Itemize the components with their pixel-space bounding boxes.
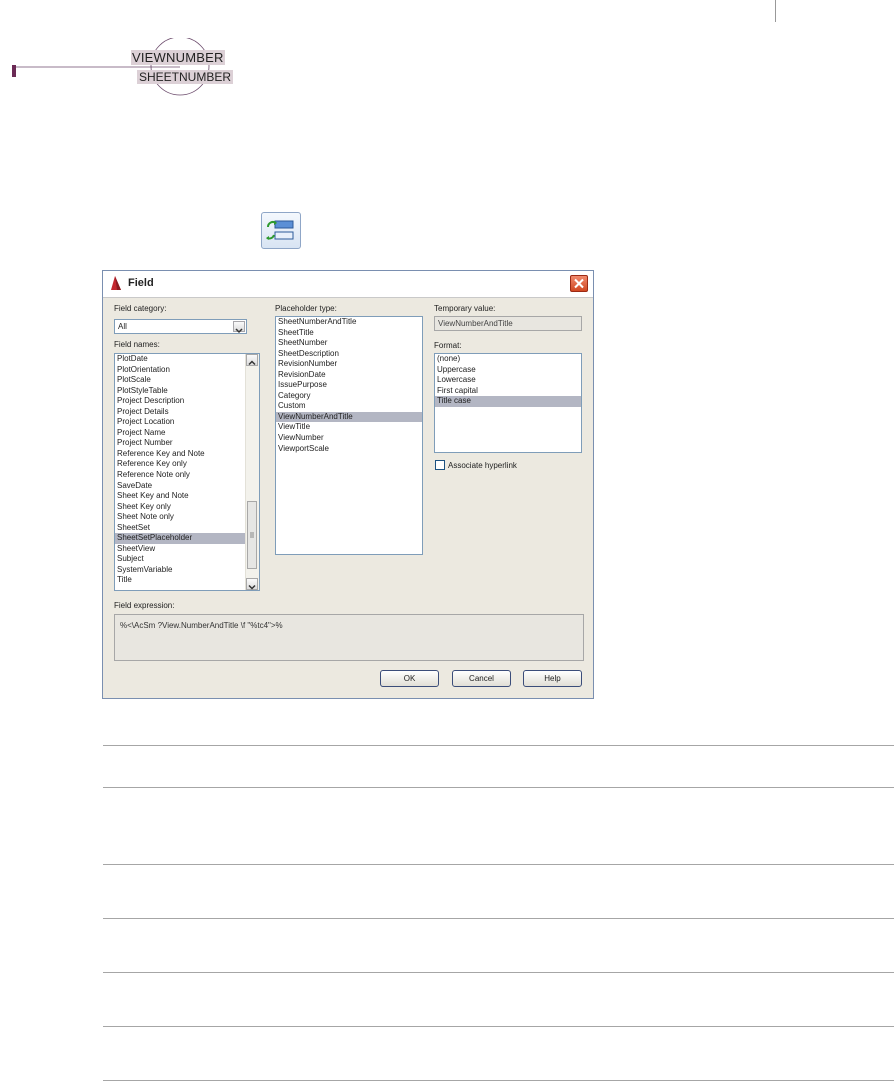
chevron-up-icon — [248, 360, 256, 366]
chevron-down-icon[interactable] — [233, 321, 245, 334]
field-name-item[interactable]: Project Details — [115, 407, 246, 418]
update-fields-icon — [266, 220, 294, 240]
field-names-label: Field names: — [114, 340, 160, 349]
autocad-logo-icon — [111, 276, 121, 290]
scroll-up-button[interactable] — [246, 354, 258, 366]
callout-graphic — [12, 38, 210, 96]
associate-hyperlink-checkbox[interactable] — [435, 460, 445, 470]
placeholder-type-item[interactable]: SheetTitle — [276, 328, 422, 339]
placeholder-type-list[interactable]: SheetNumberAndTitle SheetTitle SheetNumber… — [275, 316, 423, 555]
field-name-item[interactable]: PlotDate — [115, 354, 246, 365]
top-vertical-rule — [775, 0, 776, 22]
placeholder-type-item[interactable]: ViewTitle — [276, 422, 422, 433]
field-name-item[interactable]: Project Location — [115, 417, 246, 428]
field-name-item[interactable]: Project Description — [115, 396, 246, 407]
field-category-select[interactable]: All — [114, 319, 247, 334]
placeholder-type-item[interactable]: Custom — [276, 401, 422, 412]
field-name-item[interactable]: Sheet Key and Note — [115, 491, 246, 502]
format-label: Format: — [434, 341, 462, 350]
field-expression-label: Field expression: — [114, 601, 175, 610]
field-category-value: All — [118, 322, 127, 331]
table-rule — [103, 745, 894, 746]
field-name-item[interactable]: Project Name — [115, 428, 246, 439]
placeholder-type-item[interactable]: ViewportScale — [276, 444, 422, 455]
table-rule — [103, 864, 894, 865]
chevron-down-icon — [248, 584, 256, 590]
format-item[interactable]: Title case — [435, 396, 581, 407]
scroll-thumb[interactable] — [247, 501, 257, 569]
temporary-value-field: ViewNumberAndTitle — [434, 316, 582, 331]
grip-icon — [250, 532, 254, 538]
placeholder-type-item[interactable]: ViewNumberAndTitle — [276, 411, 422, 423]
placeholder-type-item[interactable]: RevisionNumber — [276, 359, 422, 370]
ok-button[interactable]: OK — [380, 670, 439, 687]
format-item[interactable]: First capital — [435, 386, 581, 397]
field-dialog: Field Field category: All Field names: P… — [102, 270, 594, 699]
field-expression-box: %<\AcSm ?View.NumberAndTitle \f "%tc4">% — [114, 614, 584, 661]
scroll-down-button[interactable] — [246, 578, 258, 590]
callout-sheet-number: SHEETNUMBER — [137, 70, 234, 84]
field-name-item[interactable]: SheetSet — [115, 523, 246, 534]
placeholder-type-label: Placeholder type: — [275, 304, 337, 313]
associate-hyperlink-label[interactable]: Associate hyperlink — [448, 461, 517, 470]
field-name-item[interactable]: PlotStyleTable — [115, 386, 246, 397]
field-name-item[interactable]: PlotOrientation — [115, 365, 246, 376]
view-label-callout: VIEWNUMBER SHEETNUMBER — [0, 38, 260, 100]
field-category-label: Field category: — [114, 304, 167, 313]
help-button[interactable]: Help — [523, 670, 582, 687]
callout-view-number: VIEWNUMBER — [131, 50, 225, 65]
field-name-item[interactable]: SaveDate — [115, 481, 246, 492]
format-item[interactable]: Lowercase — [435, 375, 581, 386]
placeholder-type-item[interactable]: ViewNumber — [276, 433, 422, 444]
close-button[interactable] — [570, 275, 588, 292]
placeholder-type-item[interactable]: IssuePurpose — [276, 380, 422, 391]
temporary-value-text: ViewNumberAndTitle — [438, 319, 513, 328]
field-names-items: PlotDate PlotOrientation PlotScale PlotStyl… — [115, 354, 246, 586]
dialog-title: Field — [128, 277, 154, 289]
table-rule — [103, 918, 894, 919]
field-names-list[interactable]: PlotDate PlotOrientation PlotScale PlotStyl… — [114, 353, 260, 591]
field-name-item[interactable]: Sheet Key only — [115, 502, 246, 513]
format-item[interactable]: Uppercase — [435, 365, 581, 376]
field-name-item[interactable]: SystemVariable — [115, 565, 246, 576]
field-name-item[interactable]: Reference Note only — [115, 470, 246, 481]
field-name-item[interactable]: Project Number — [115, 438, 246, 449]
placeholder-type-item[interactable]: RevisionDate — [276, 370, 422, 381]
field-name-item[interactable]: SheetView — [115, 544, 246, 555]
placeholder-type-item[interactable]: SheetNumber — [276, 338, 422, 349]
field-expression-text: %<\AcSm ?View.NumberAndTitle \f "%tc4">% — [120, 621, 283, 630]
format-item[interactable]: (none) — [435, 354, 581, 365]
temporary-value-label: Temporary value: — [434, 304, 496, 313]
cancel-button[interactable]: Cancel — [452, 670, 511, 687]
placeholder-type-item[interactable]: Category — [276, 391, 422, 402]
placeholder-type-item[interactable]: SheetNumberAndTitle — [276, 317, 422, 328]
field-name-item[interactable]: Reference Key only — [115, 459, 246, 470]
table-rule — [103, 787, 894, 788]
field-name-item[interactable]: Subject — [115, 554, 246, 565]
field-name-item[interactable]: Reference Key and Note — [115, 449, 246, 460]
table-rule — [103, 972, 894, 973]
format-list[interactable]: (none) Uppercase Lowercase First capital Tit… — [434, 353, 582, 453]
update-fields-button[interactable] — [261, 212, 301, 249]
dialog-titlebar[interactable]: Field — [103, 271, 593, 298]
table-rule — [103, 1026, 894, 1027]
field-names-scrollbar[interactable] — [245, 354, 259, 590]
close-icon — [574, 278, 584, 289]
field-name-item[interactable]: PlotScale — [115, 375, 246, 386]
field-name-item[interactable]: Title — [115, 575, 246, 586]
field-name-item[interactable]: Sheet Note only — [115, 512, 246, 523]
field-name-item[interactable]: SheetSetPlaceholder — [115, 533, 246, 544]
placeholder-type-item[interactable]: SheetDescription — [276, 349, 422, 360]
